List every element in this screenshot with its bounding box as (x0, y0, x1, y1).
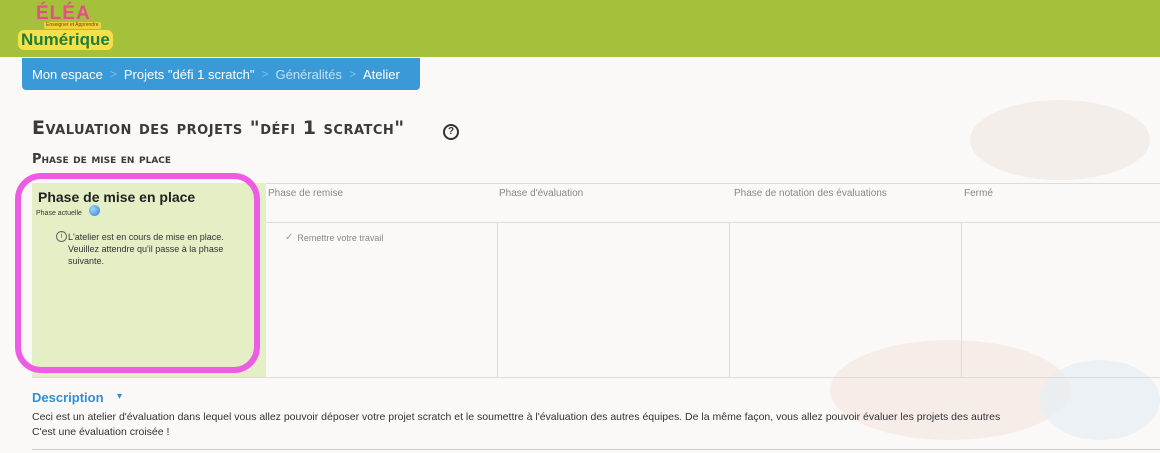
breadcrumb-item-atelier[interactable]: Atelier (363, 67, 400, 82)
description-bottom-border (32, 449, 1160, 450)
phases-grid-header-border (266, 222, 1160, 223)
help-icon[interactable]: ? (443, 124, 459, 140)
logo-tagline: Enseigner et Apprendre (44, 22, 101, 29)
phase-header-notation: Phase de notation des évaluations (734, 188, 887, 199)
column-divider (961, 223, 962, 377)
breadcrumb-separator: > (261, 67, 269, 81)
breadcrumb: Mon espace > Projets "défi 1 scratch" > … (22, 58, 420, 90)
breadcrumb-separator: > (348, 67, 356, 81)
phase-header-evaluation: Phase d'évaluation (499, 188, 584, 199)
logo-text-elea: ÉLÉA (36, 3, 91, 24)
breadcrumb-separator: > (109, 67, 117, 81)
description-text: Ceci est un atelier d'évaluation dans le… (32, 410, 1160, 440)
background-decoration (830, 100, 1160, 440)
breadcrumb-item-mon-espace[interactable]: Mon espace (32, 67, 103, 82)
logo-text-numerique: Numérique (18, 30, 113, 50)
task-label: Remettre votre travail (297, 232, 384, 243)
column-divider (729, 223, 730, 377)
description-line: C'est une évaluation croisée ! (32, 426, 170, 438)
description-line: Ceci est un atelier d'évaluation dans le… (32, 411, 1001, 423)
phases-grid-bottom-border (32, 377, 1160, 378)
breadcrumb-item-generalites[interactable]: Généralités (275, 67, 341, 82)
chevron-down-icon[interactable]: ▾ (117, 391, 122, 402)
breadcrumb-item-projets[interactable]: Projets "défi 1 scratch" (124, 67, 255, 82)
highlight-annotation (15, 173, 260, 373)
description-toggle[interactable]: Description (32, 390, 104, 405)
top-bar (0, 0, 1160, 57)
phase-header-remise: Phase de remise (268, 188, 344, 199)
checkmark-icon: ✓ (285, 232, 294, 243)
elea-logo[interactable]: ÉLÉA Enseigner et Apprendre Numérique (16, 4, 116, 54)
phase-section-title: Phase de mise en place (32, 152, 172, 167)
page-title: Evaluation des projets "défi 1 scratch" (32, 117, 405, 139)
phase-header-ferme: Fermé (964, 188, 993, 199)
task-remettre-travail: ✓ Remettre votre travail (285, 232, 383, 243)
column-divider (497, 223, 498, 377)
